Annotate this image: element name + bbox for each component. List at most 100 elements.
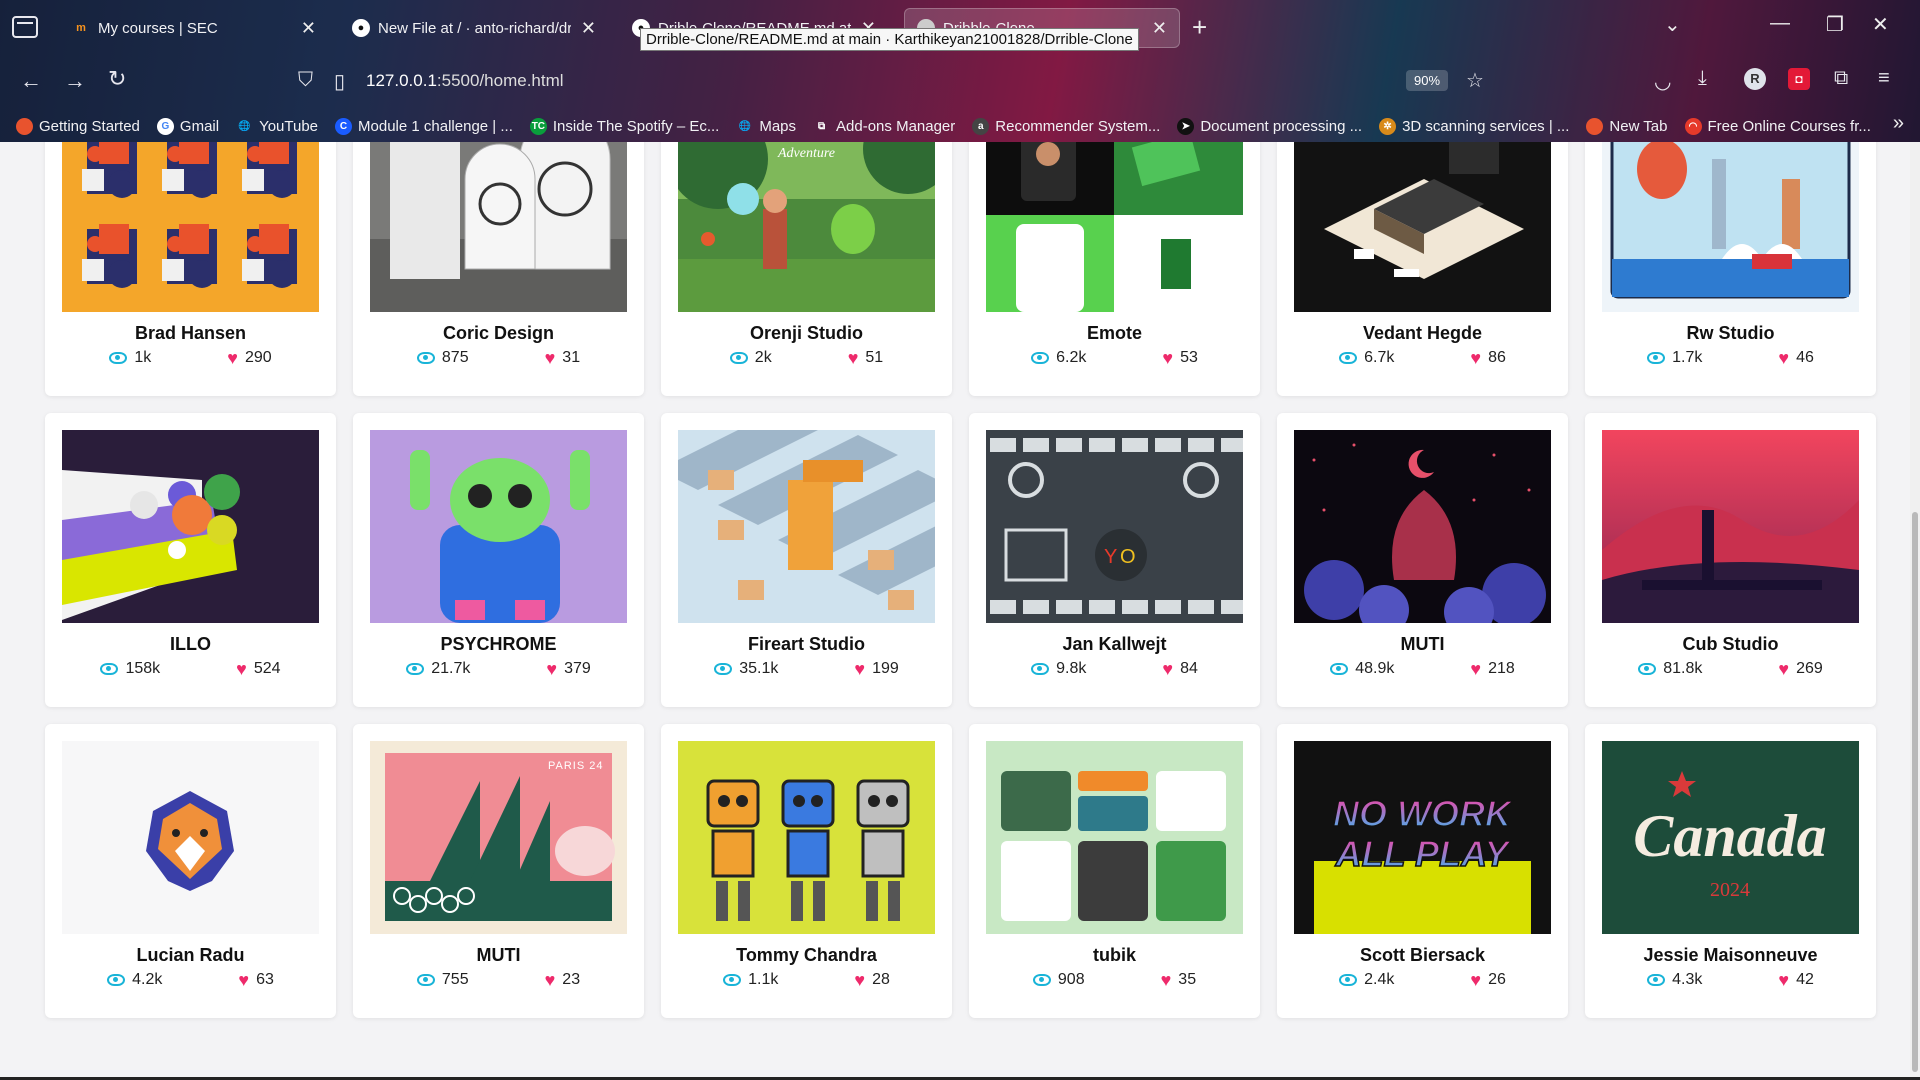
shot-thumbnail[interactable]: Canada 2024: [1602, 741, 1859, 934]
likes-stat[interactable]: ♥ 53: [1162, 349, 1197, 367]
shot-thumbnail[interactable]: [62, 142, 319, 312]
likes-stat[interactable]: ♥ 379: [546, 660, 590, 678]
designer-name[interactable]: Emote: [969, 323, 1260, 344]
likes-stat[interactable]: ♥ 269: [1778, 660, 1822, 678]
shot-card[interactable]: NO WORK ALL PLAY Scott Biersack 2.4k ♥ 26: [1277, 724, 1568, 1018]
shot-card[interactable]: PARIS 24 MUTI 755 ♥ 23: [353, 724, 644, 1018]
likes-stat[interactable]: ♥ 84: [1162, 660, 1197, 678]
download-icon[interactable]: ⤓: [1698, 67, 1707, 90]
heart-icon[interactable]: ♥: [227, 349, 238, 367]
designer-name[interactable]: Tommy Chandra: [661, 945, 952, 966]
shot-thumbnail[interactable]: [62, 430, 319, 623]
shot-thumbnail[interactable]: YO: [986, 430, 1243, 623]
shot-card[interactable]: Vedant Hegde 6.7k ♥ 86: [1277, 142, 1568, 396]
likes-stat[interactable]: ♥ 31: [545, 349, 580, 367]
close-window-icon[interactable]: ✕: [1872, 12, 1889, 37]
designer-name[interactable]: ILLO: [45, 634, 336, 655]
heart-icon[interactable]: ♥: [238, 971, 249, 989]
shot-card[interactable]: Cub Studio 81.8k ♥ 269: [1585, 413, 1876, 707]
designer-name[interactable]: Orenji Studio: [661, 323, 952, 344]
designer-name[interactable]: Jessie Maisonneuve: [1585, 945, 1876, 966]
chevron-down-icon[interactable]: ⌄: [1664, 12, 1681, 37]
scrollbar-thumb[interactable]: [1912, 512, 1918, 1072]
tab-list-icon[interactable]: [12, 16, 38, 38]
shot-card[interactable]: Lucian Radu 4.2k ♥ 63: [45, 724, 336, 1018]
heart-icon[interactable]: ♥: [1470, 349, 1481, 367]
shot-thumbnail[interactable]: [62, 741, 319, 934]
heart-icon[interactable]: ♥: [545, 349, 556, 367]
shot-thumbnail[interactable]: [370, 142, 627, 312]
star-icon[interactable]: ☆: [1466, 68, 1484, 93]
designer-name[interactable]: Coric Design: [353, 323, 644, 344]
designer-name[interactable]: Lucian Radu: [45, 945, 336, 966]
shot-thumbnail[interactable]: [1294, 142, 1551, 312]
heart-icon[interactable]: ♥: [236, 660, 247, 678]
bookmarks-overflow-icon[interactable]: »: [1893, 112, 1904, 135]
likes-stat[interactable]: ♥ 86: [1470, 349, 1505, 367]
bookmark-item[interactable]: 🌐 YouTube: [236, 118, 318, 135]
designer-name[interactable]: MUTI: [353, 945, 644, 966]
shot-card[interactable]: Emote 6.2k ♥ 53: [969, 142, 1260, 396]
heart-icon[interactable]: ♥: [1778, 349, 1789, 367]
forward-icon[interactable]: →: [64, 68, 86, 94]
shot-card[interactable]: Coric Design 875 ♥ 31: [353, 142, 644, 396]
menu-icon[interactable]: ≡: [1878, 67, 1890, 90]
likes-stat[interactable]: ♥ 290: [227, 349, 271, 367]
designer-name[interactable]: Fireart Studio: [661, 634, 952, 655]
shot-thumbnail[interactable]: [678, 741, 935, 934]
close-tab-icon[interactable]: ✕: [1152, 18, 1167, 39]
bookmark-item[interactable]: 🌐 Maps: [736, 118, 796, 135]
profile-avatar[interactable]: R: [1744, 68, 1766, 90]
likes-stat[interactable]: ♥ 35: [1161, 971, 1196, 989]
heart-icon[interactable]: ♥: [848, 349, 859, 367]
likes-stat[interactable]: ♥ 42: [1778, 971, 1813, 989]
new-tab-icon[interactable]: +: [1192, 12, 1207, 43]
heart-icon[interactable]: ♥: [545, 971, 556, 989]
heart-icon[interactable]: ♥: [854, 971, 865, 989]
tab-new-file[interactable]: ● New File at / · anto-richard/drib ✕: [340, 8, 608, 48]
heart-icon[interactable]: ♥: [1470, 660, 1481, 678]
shield-icon[interactable]: ⛉: [298, 69, 313, 92]
shot-card[interactable]: Adventure Orenji Studio 2k ♥ 51: [661, 142, 952, 396]
designer-name[interactable]: Jan Kallwejt: [969, 634, 1260, 655]
designer-name[interactable]: Rw Studio: [1585, 323, 1876, 344]
shot-card[interactable]: Rw Studio 1.7k ♥ 46: [1585, 142, 1876, 396]
bookmark-item[interactable]: C Module 1 challenge | ...: [335, 117, 513, 135]
page-info-icon[interactable]: ▯: [334, 69, 345, 94]
likes-stat[interactable]: ♥ 63: [238, 971, 273, 989]
extensions-icon[interactable]: ⧉: [1834, 67, 1848, 90]
heart-icon[interactable]: ♥: [1162, 349, 1173, 367]
designer-name[interactable]: Vedant Hegde: [1277, 323, 1568, 344]
shot-thumbnail[interactable]: [1294, 430, 1551, 623]
heart-icon[interactable]: ♥: [1162, 660, 1173, 678]
designer-name[interactable]: Cub Studio: [1585, 634, 1876, 655]
extension-shield-icon[interactable]: ◘: [1788, 68, 1810, 90]
designer-name[interactable]: Brad Hansen: [45, 323, 336, 344]
bookmark-item[interactable]: New Tab: [1586, 117, 1668, 135]
likes-stat[interactable]: ♥ 218: [1470, 660, 1514, 678]
shot-thumbnail[interactable]: PARIS 24: [370, 741, 627, 934]
likes-stat[interactable]: ♥ 26: [1470, 971, 1505, 989]
likes-stat[interactable]: ♥ 199: [854, 660, 898, 678]
restore-icon[interactable]: ❐: [1826, 12, 1844, 37]
bookmark-item[interactable]: Getting Started: [16, 117, 140, 135]
back-icon[interactable]: ←: [20, 68, 42, 94]
heart-icon[interactable]: ♥: [1778, 971, 1789, 989]
minimize-icon[interactable]: —: [1770, 12, 1790, 35]
shot-thumbnail[interactable]: [1602, 142, 1859, 312]
heart-icon[interactable]: ♥: [546, 660, 557, 678]
zoom-level[interactable]: 90%: [1406, 70, 1449, 91]
bookmark-item[interactable]: ✲ 3D scanning services | ...: [1379, 117, 1569, 135]
shot-thumbnail[interactable]: [1602, 430, 1859, 623]
bookmark-item[interactable]: ◠ Free Online Courses fr...: [1684, 117, 1871, 135]
shot-thumbnail[interactable]: [986, 142, 1243, 312]
shot-thumbnail[interactable]: NO WORK ALL PLAY: [1294, 741, 1551, 934]
designer-name[interactable]: Scott Biersack: [1277, 945, 1568, 966]
heart-icon[interactable]: ♥: [1470, 971, 1481, 989]
designer-name[interactable]: PSYCHROME: [353, 634, 644, 655]
shot-thumbnail[interactable]: [370, 430, 627, 623]
tab-my-courses[interactable]: m My courses | SEC ✕: [60, 8, 328, 48]
shot-thumbnail[interactable]: [678, 430, 935, 623]
likes-stat[interactable]: ♥ 28: [854, 971, 889, 989]
heart-icon[interactable]: ♥: [854, 660, 865, 678]
